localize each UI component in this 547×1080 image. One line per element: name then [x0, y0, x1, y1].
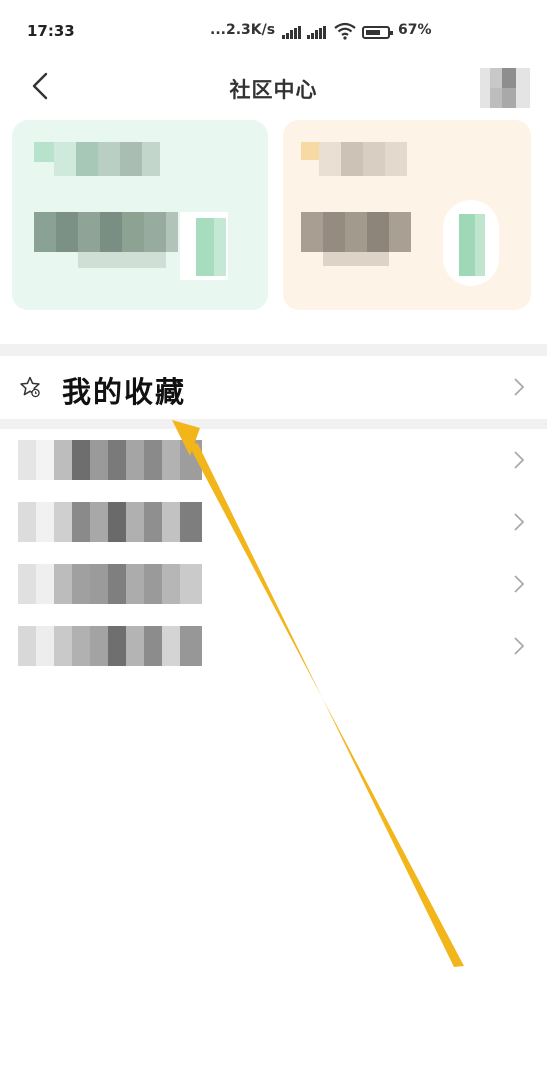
chevron-right-icon — [514, 378, 525, 396]
signal-icon — [307, 26, 327, 39]
list-item[interactable] — [0, 492, 547, 554]
chevron-right-icon — [514, 637, 525, 655]
signal-icon — [282, 26, 302, 39]
network-speed: ...2.3K/s — [210, 22, 276, 38]
app-header: 社区中心 — [0, 62, 547, 112]
list-item[interactable] — [0, 430, 547, 492]
community-card-right[interactable] — [283, 120, 531, 310]
community-card-left[interactable] — [12, 120, 268, 310]
my-favorites-label: 我的收藏 — [62, 375, 187, 409]
chevron-right-icon — [514, 451, 525, 469]
list-item[interactable] — [0, 554, 547, 616]
avatar[interactable] — [480, 68, 530, 108]
wifi-icon — [334, 22, 356, 40]
star-icon — [20, 376, 40, 398]
list-item[interactable] — [0, 616, 547, 678]
my-favorites-row[interactable]: 我的收藏 — [0, 355, 547, 417]
section-divider — [0, 419, 547, 429]
status-bar: 17:33 ...2.3K/s 67% — [0, 0, 547, 62]
chevron-right-icon — [514, 513, 525, 531]
status-time: 17:33 — [27, 22, 75, 40]
battery-icon — [362, 26, 393, 39]
page-title: 社区中心 — [229, 78, 318, 102]
battery-percent: 67% — [398, 22, 432, 38]
chevron-right-icon — [514, 575, 525, 593]
